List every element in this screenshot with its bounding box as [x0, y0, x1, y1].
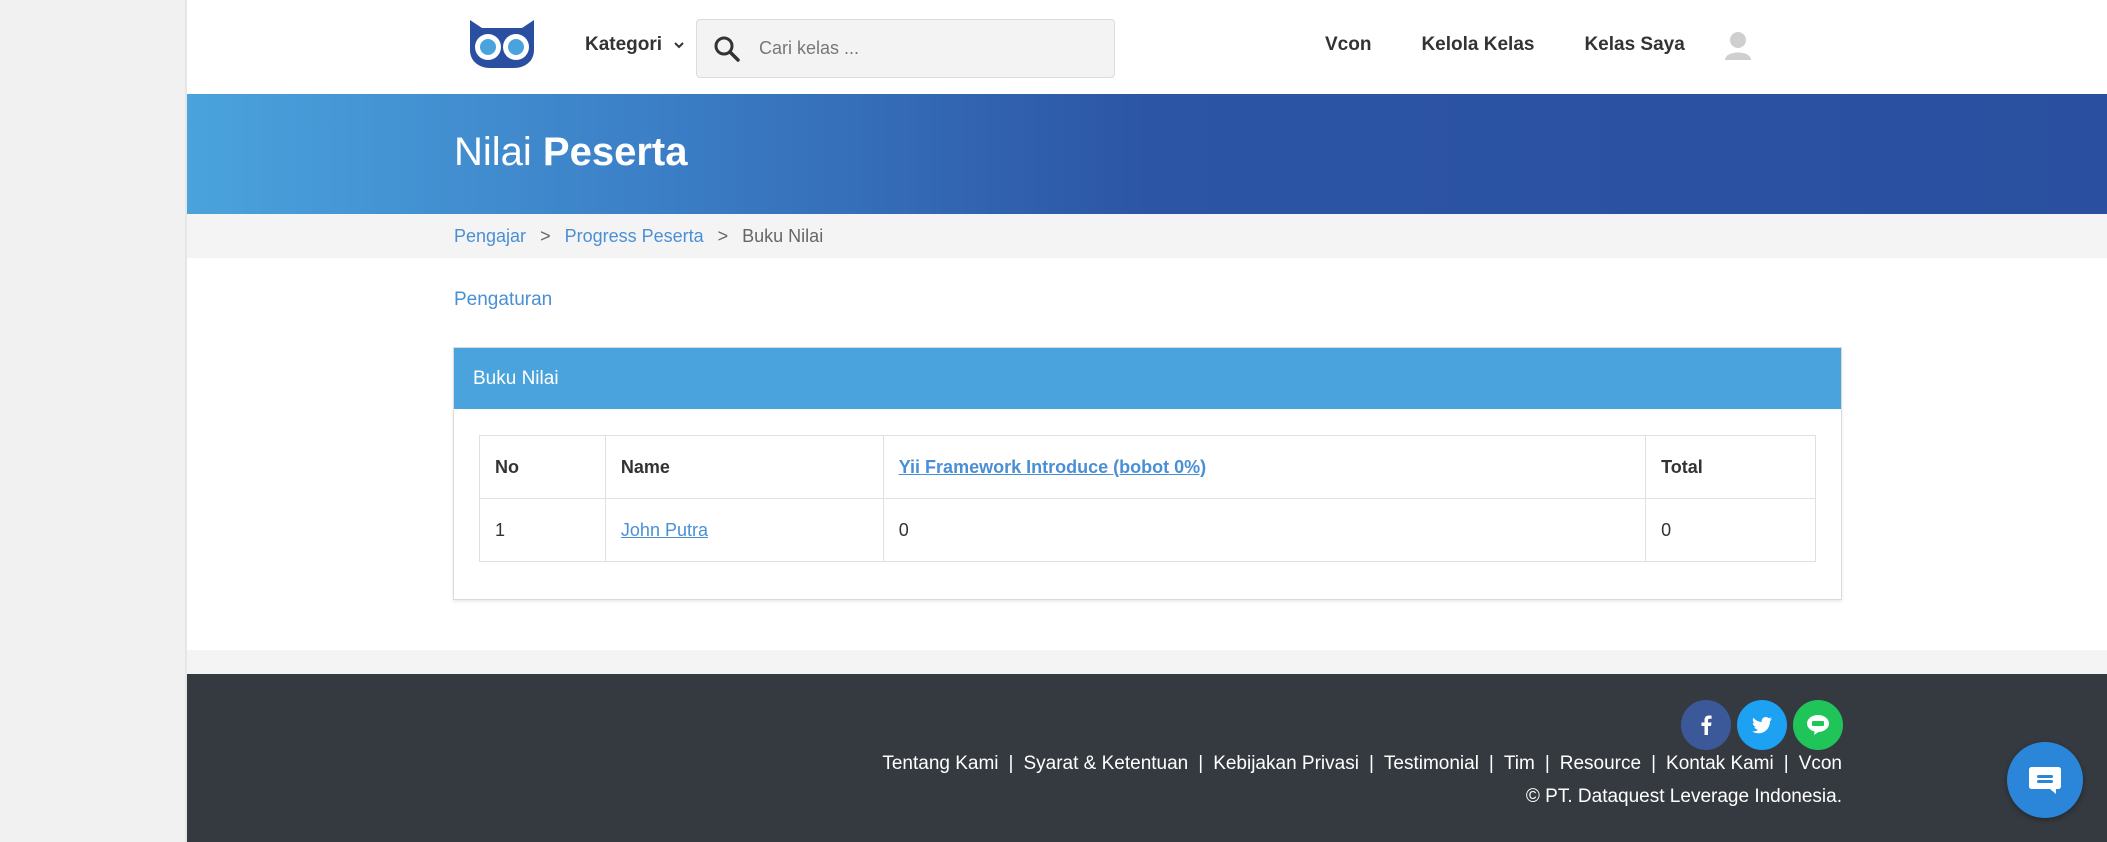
facebook-button[interactable]: [1681, 700, 1731, 750]
breadcrumb-separator: >: [540, 226, 551, 246]
cell-name: John Putra: [604, 498, 884, 562]
footer-separator: |: [1008, 753, 1014, 774]
footer-link-kontak-kami[interactable]: Kontak Kami: [1666, 753, 1774, 775]
breadcrumb-bar: Pengajar > Progress Peserta > Buku Nilai: [187, 214, 2107, 258]
nav-links: Vcon Kelola Kelas Kelas Saya: [1325, 34, 1685, 56]
kategori-label: Kategori: [585, 34, 663, 55]
line-button[interactable]: [1793, 700, 1843, 750]
page-banner: Nilai Peserta: [187, 94, 2107, 214]
avatar-icon[interactable]: [1722, 30, 1754, 62]
copyright: © PT. Dataquest Leverage Indonesia.: [1525, 786, 1842, 807]
nav-link-kelola-kelas[interactable]: Kelola Kelas: [1421, 34, 1534, 56]
footer: Tentang Kami | Syarat & Ketentuan | Kebi…: [187, 674, 2107, 842]
footer-link-kebijakan-privasi[interactable]: Kebijakan Privasi: [1213, 753, 1359, 775]
facebook-icon: [1701, 715, 1712, 735]
table-row: 1 John Putra 0 0: [479, 498, 1816, 562]
gradebook-table: No Name Yii Framework Introduce (bobot 0…: [479, 435, 1816, 562]
column-header-grade-item: Yii Framework Introduce (bobot 0%): [882, 435, 1647, 499]
page-title-bold: Peserta: [542, 130, 688, 174]
breadcrumb-pengajar[interactable]: Pengajar: [454, 226, 526, 247]
footer-link-tim[interactable]: Tim: [1504, 753, 1535, 775]
table-header-row: No Name Yii Framework Introduce (bobot 0…: [479, 435, 1816, 499]
footer-separator: |: [1368, 753, 1374, 774]
kategori-dropdown[interactable]: Kategori: [585, 34, 686, 56]
column-header-no: No: [479, 435, 606, 499]
left-gutter: [0, 0, 187, 842]
grade-item-link[interactable]: Yii Framework Introduce (bobot 0%): [899, 457, 1206, 477]
chat-button[interactable]: [2007, 742, 2083, 818]
column-header-name: Name: [604, 435, 884, 499]
chevron-down-icon: [674, 42, 684, 49]
footer-link-tentang-kami[interactable]: Tentang Kami: [882, 753, 998, 775]
footer-link-testimonial[interactable]: Testimonial: [1384, 753, 1479, 775]
panel-title: Buku Nilai: [454, 348, 1841, 409]
footer-links: Tentang Kami | Syarat & Ketentuan | Kebi…: [882, 753, 1842, 775]
social-links: [1681, 700, 1843, 750]
search-icon[interactable]: [713, 35, 741, 63]
twitter-button[interactable]: [1737, 700, 1787, 750]
search-box: [696, 19, 1115, 78]
page-title-light: Nilai: [454, 130, 532, 174]
nav-link-kelas-saya[interactable]: Kelas Saya: [1584, 34, 1684, 56]
breadcrumb-current: Buku Nilai: [742, 226, 824, 246]
footer-separator: |: [1783, 753, 1789, 774]
footer-link-resource[interactable]: Resource: [1560, 753, 1641, 775]
twitter-icon: [1752, 716, 1772, 733]
gradebook-panel: Buku Nilai No Name Yii Framework Introdu…: [453, 347, 1842, 600]
owl-logo-icon[interactable]: [464, 16, 540, 70]
breadcrumb-progress-peserta[interactable]: Progress Peserta: [565, 226, 704, 247]
nav-link-vcon[interactable]: Vcon: [1325, 34, 1371, 56]
footer-link-vcon[interactable]: Vcon: [1799, 753, 1842, 775]
chat-icon: [2029, 767, 2061, 794]
footer-separator: |: [1651, 753, 1657, 774]
cell-total: 0: [1645, 498, 1816, 562]
cell-no: 1: [479, 498, 606, 562]
footer-separator: |: [1544, 753, 1550, 774]
search-input[interactable]: [759, 38, 1089, 59]
footer-separator: |: [1198, 753, 1204, 774]
breadcrumb: Pengajar > Progress Peserta > Buku Nilai: [454, 226, 823, 247]
student-name-link[interactable]: John Putra: [621, 520, 708, 540]
cell-grade: 0: [882, 498, 1647, 562]
footer-gap: [187, 650, 2107, 674]
column-header-total: Total: [1645, 435, 1816, 499]
app: Kategori Vcon Kelola Kelas Kelas Saya Ni…: [187, 0, 2107, 842]
navbar: Kategori Vcon Kelola Kelas Kelas Saya: [187, 0, 2107, 94]
settings-link[interactable]: Pengaturan: [454, 289, 552, 311]
line-icon: [1807, 715, 1829, 735]
footer-separator: |: [1488, 753, 1494, 774]
breadcrumb-separator: >: [717, 226, 729, 246]
footer-link-syarat[interactable]: Syarat & Ketentuan: [1023, 753, 1188, 775]
page-title: Nilai Peserta: [454, 130, 687, 175]
